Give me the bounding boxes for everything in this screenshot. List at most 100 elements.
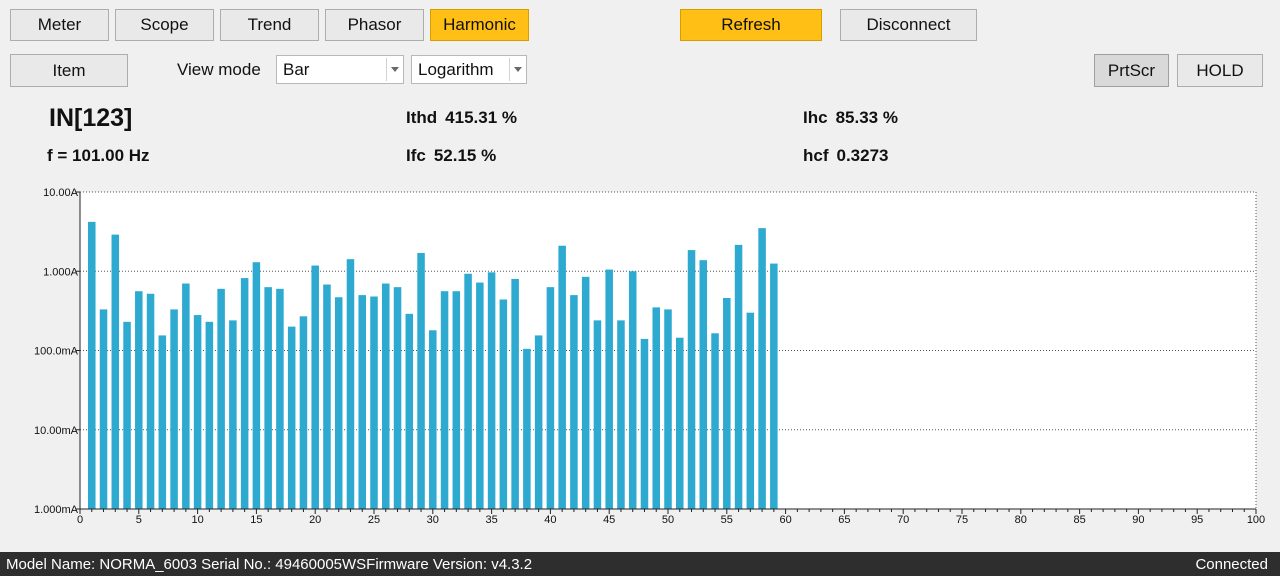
harmonic-bar	[99, 309, 108, 509]
hcf-label: hcf	[803, 146, 829, 165]
harmonic-bar	[217, 288, 225, 509]
harmonic-bar	[452, 291, 461, 509]
harmonic-bar	[287, 326, 296, 509]
harmonic-bar	[476, 282, 484, 509]
harmonic-bar	[205, 321, 214, 509]
harmonic-bar	[640, 338, 649, 509]
tab-phasor[interactable]: Phasor	[325, 9, 424, 41]
harmonic-bar	[240, 278, 249, 509]
harmonic-bar	[193, 315, 202, 509]
hcf-value: 0.3273	[836, 146, 889, 165]
harmonic-bar	[158, 335, 167, 509]
x-tick-label: 0	[77, 514, 83, 526]
view-mode-value: Bar	[283, 59, 310, 79]
y-tick-label: 1.000A	[43, 266, 79, 278]
y-tick-label: 1.000mA	[34, 504, 79, 516]
prtscr-button[interactable]: PrtScr	[1094, 54, 1169, 87]
tab-meter[interactable]: Meter	[10, 9, 109, 41]
harmonic-bar	[87, 221, 96, 510]
tab-harmonic[interactable]: Harmonic	[430, 9, 529, 41]
harmonic-bar	[264, 287, 272, 509]
tab-trend[interactable]: Trend	[220, 9, 319, 41]
chevron-down-icon[interactable]	[386, 58, 403, 81]
harmonic-bar	[699, 260, 708, 509]
status-bar: Model Name: NORMA_6003 Serial No.: 49460…	[0, 552, 1280, 576]
connection-status: Connected	[1195, 555, 1268, 573]
harmonic-bar	[464, 273, 472, 509]
harmonic-bar	[370, 296, 378, 509]
channel-title: IN[123]	[49, 104, 133, 132]
ithd-readout: Ithd 415.31 %	[406, 108, 517, 128]
harmonic-bar	[417, 252, 425, 509]
harmonic-bar	[346, 259, 355, 509]
harmonic-bar	[617, 320, 625, 509]
harmonic-bar	[381, 283, 390, 509]
x-tick-label: 15	[250, 514, 262, 526]
harmonic-bar	[652, 307, 661, 509]
harmonic-bar	[605, 269, 613, 509]
ithd-value: 415.31 %	[445, 108, 517, 127]
harmonic-bar	[770, 263, 778, 509]
harmonic-bar	[440, 291, 449, 509]
x-tick-label: 60	[779, 514, 791, 526]
ithd-label: Ithd	[406, 108, 438, 127]
harmonic-bar	[429, 330, 437, 509]
x-tick-label: 40	[544, 514, 556, 526]
x-tick-label: 45	[603, 514, 615, 526]
harmonic-bar	[758, 228, 766, 509]
harmonic-bar	[146, 293, 155, 509]
view-mode-label: View mode	[177, 60, 261, 79]
frequency-readout: f = 101.00 Hz	[47, 146, 150, 165]
ifc-label: Ifc	[406, 146, 426, 165]
harmonic-bar	[229, 320, 237, 509]
ihc-label: Ihc	[803, 108, 828, 127]
harmonic-bar	[534, 335, 543, 509]
scale-value: Logarithm	[418, 59, 494, 79]
harmonic-bar	[334, 297, 343, 509]
hold-button[interactable]: HOLD	[1177, 54, 1263, 87]
y-tick-label: 100.0mA	[34, 346, 79, 358]
harmonic-bar	[687, 250, 696, 509]
x-tick-label: 50	[662, 514, 674, 526]
ifc-readout: Ifc 52.15 %	[406, 146, 496, 166]
ihc-value: 85.33 %	[835, 108, 898, 127]
x-tick-label: 85	[1073, 514, 1085, 526]
harmonic-bar	[746, 312, 755, 509]
harmonic-bar	[358, 295, 367, 509]
harmonic-bar	[123, 321, 131, 509]
x-tick-label: 75	[956, 514, 968, 526]
x-tick-label: 70	[897, 514, 909, 526]
refresh-button[interactable]: Refresh	[680, 9, 822, 41]
tab-scope[interactable]: Scope	[115, 9, 214, 41]
view-mode-select[interactable]: Bar	[276, 55, 404, 84]
ihc-readout: Ihc 85.33 %	[803, 108, 898, 128]
harmonic-bar	[323, 284, 331, 509]
harmonic-bar	[276, 288, 284, 509]
harmonic-bar	[499, 299, 508, 509]
x-tick-label: 80	[1015, 514, 1027, 526]
x-tick-label: 20	[309, 514, 321, 526]
harmonic-bar	[628, 271, 637, 509]
harmonic-bar	[723, 297, 731, 509]
harmonic-bar	[182, 283, 190, 509]
ifc-value: 52.15 %	[433, 146, 497, 165]
x-tick-label: 100	[1247, 514, 1265, 526]
disconnect-button[interactable]: Disconnect	[840, 9, 977, 41]
harmonic-bar	[523, 348, 531, 509]
harmonic-bar	[558, 245, 566, 509]
item-button[interactable]: Item	[10, 54, 128, 87]
x-tick-label: 90	[1132, 514, 1144, 526]
harmonic-bar	[135, 291, 143, 509]
x-tick-label: 65	[838, 514, 850, 526]
x-tick-label: 55	[721, 514, 733, 526]
harmonic-bar	[664, 309, 672, 509]
hcf-readout: hcf 0.3273	[803, 146, 889, 166]
harmonic-bar	[734, 244, 743, 510]
harmonic-bar	[405, 313, 414, 509]
harmonic-bar	[581, 276, 590, 509]
harmonic-bar	[593, 320, 602, 509]
harmonic-bar	[511, 278, 519, 509]
harmonic-bar	[546, 287, 555, 509]
scale-select[interactable]: Logarithm	[411, 55, 527, 84]
chevron-down-icon[interactable]	[509, 58, 526, 81]
